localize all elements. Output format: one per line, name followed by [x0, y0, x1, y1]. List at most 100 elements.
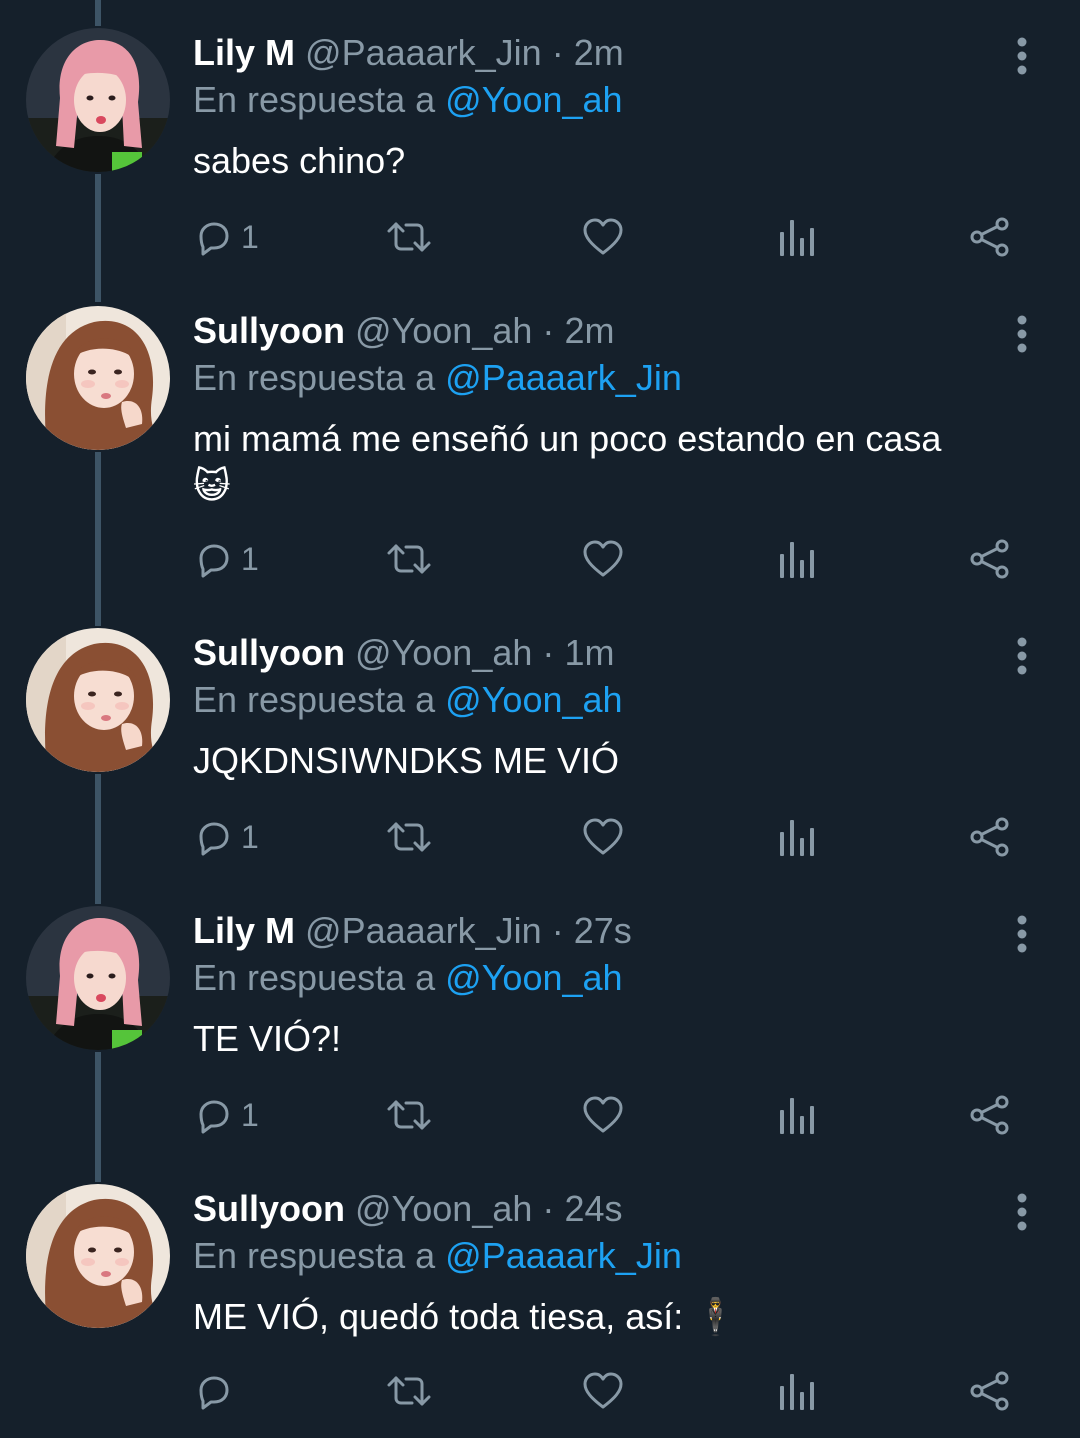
tweet-actions: 1: [0, 212, 1080, 262]
reply-target-link[interactable]: @Yoon_ah: [445, 79, 622, 120]
more-vertical-icon[interactable]: [1008, 1192, 1036, 1232]
tweet-time[interactable]: 24s: [564, 1188, 622, 1229]
retweet-icon: [384, 216, 434, 258]
author-name[interactable]: Lily M: [193, 910, 295, 951]
time-separator: ·: [551, 32, 564, 73]
analytics-icon: [777, 1370, 817, 1412]
reply-prefix: En respuesta a: [193, 357, 436, 398]
time-separator: ·: [551, 910, 564, 951]
reply-target-link[interactable]: @Yoon_ah: [445, 957, 622, 998]
share-button[interactable]: [968, 534, 1012, 584]
like-button[interactable]: [581, 812, 625, 862]
like-button[interactable]: [581, 534, 625, 584]
more-vertical-icon[interactable]: [1008, 314, 1036, 354]
author-handle[interactable]: @Yoon_ah: [355, 1188, 532, 1229]
reply-button[interactable]: 1: [193, 212, 259, 262]
retweet-icon: [384, 1094, 434, 1136]
analytics-button[interactable]: [777, 1090, 817, 1140]
like-button[interactable]: [581, 212, 625, 262]
more-vertical-icon[interactable]: [1008, 636, 1036, 676]
author-name[interactable]: Sullyoon: [193, 310, 345, 351]
pink-hair-avatar[interactable]: [26, 28, 170, 172]
reply-count: 1: [241, 1096, 259, 1133]
tweet-text: sabes chino?: [193, 140, 406, 181]
like-button[interactable]: [581, 1366, 625, 1416]
like-button[interactable]: [581, 1090, 625, 1140]
analytics-button[interactable]: [777, 212, 817, 262]
tweet-4[interactable]: Lily M @Paaaark_Jin · 27s En respuesta a…: [0, 878, 1080, 1156]
author-handle[interactable]: @Yoon_ah: [355, 310, 532, 351]
share-button[interactable]: [968, 1090, 1012, 1140]
reply-button[interactable]: 1: [193, 1090, 259, 1140]
tweet-header: Sullyoon @Yoon_ah · 1m: [193, 630, 614, 676]
share-icon: [968, 1369, 1012, 1413]
reply-target-link[interactable]: @Paaaark_Jin: [445, 1235, 682, 1276]
author-handle[interactable]: @Paaaark_Jin: [305, 32, 542, 73]
reply-icon: [193, 816, 235, 858]
reply-context: En respuesta a @Yoon_ah: [193, 677, 623, 723]
reply-prefix: En respuesta a: [193, 79, 436, 120]
tweet-header: Sullyoon @Yoon_ah · 24s: [193, 1186, 622, 1232]
analytics-button[interactable]: [777, 812, 817, 862]
retweet-button[interactable]: [384, 812, 434, 862]
tweet-text: TE VIÓ?!: [193, 1018, 342, 1059]
share-button[interactable]: [968, 212, 1012, 262]
analytics-button[interactable]: [777, 534, 817, 584]
reply-context: En respuesta a @Paaaark_Jin: [193, 1233, 682, 1279]
tweet-3[interactable]: Sullyoon @Yoon_ah · 1m En respuesta a @Y…: [0, 600, 1080, 878]
tweet-time[interactable]: 2m: [574, 32, 624, 73]
retweet-icon: [384, 538, 434, 580]
tweet-1[interactable]: Lily M @Paaaark_Jin · 2m En respuesta a …: [0, 0, 1080, 278]
share-icon: [968, 215, 1012, 259]
share-button[interactable]: [968, 812, 1012, 862]
author-handle[interactable]: @Yoon_ah: [355, 632, 532, 673]
analytics-icon: [777, 216, 817, 258]
reply-context: En respuesta a @Yoon_ah: [193, 77, 623, 123]
retweet-button[interactable]: [384, 1090, 434, 1140]
retweet-icon: [384, 816, 434, 858]
like-icon: [581, 1094, 625, 1136]
reply-button[interactable]: 1: [193, 812, 259, 862]
retweet-button[interactable]: [384, 212, 434, 262]
author-name[interactable]: Lily M: [193, 32, 295, 73]
retweet-button[interactable]: [384, 534, 434, 584]
analytics-button[interactable]: [777, 1366, 817, 1416]
share-button[interactable]: [968, 1366, 1012, 1416]
reply-count: 1: [241, 540, 259, 577]
reply-target-link[interactable]: @Yoon_ah: [445, 679, 622, 720]
reply-icon: [193, 1370, 235, 1412]
like-icon: [581, 538, 625, 580]
tweet-time[interactable]: 1m: [564, 632, 614, 673]
tweet-actions: 1: [0, 534, 1080, 584]
analytics-icon: [777, 816, 817, 858]
tweet-time[interactable]: 2m: [564, 310, 614, 351]
like-icon: [581, 816, 625, 858]
brown-hair-avatar[interactable]: [26, 306, 170, 450]
reply-count: 1: [241, 218, 259, 255]
reply-target-link[interactable]: @Paaaark_Jin: [445, 357, 682, 398]
reply-prefix: En respuesta a: [193, 1235, 436, 1276]
reply-icon: [193, 1094, 235, 1136]
time-separator: ·: [542, 310, 555, 351]
author-name[interactable]: Sullyoon: [193, 1188, 345, 1229]
brown-hair-avatar[interactable]: [26, 1184, 170, 1328]
author-name[interactable]: Sullyoon: [193, 632, 345, 673]
tweet-5[interactable]: Sullyoon @Yoon_ah · 24s En respuesta a @…: [0, 1156, 1080, 1434]
reply-button[interactable]: [193, 1366, 241, 1416]
more-vertical-icon[interactable]: [1008, 914, 1036, 954]
tweet-2[interactable]: Sullyoon @Yoon_ah · 2m En respuesta a @P…: [0, 278, 1080, 579]
tweet-header: Lily M @Paaaark_Jin · 27s: [193, 908, 632, 954]
tweet-header: Sullyoon @Yoon_ah · 2m: [193, 308, 614, 354]
reply-prefix: En respuesta a: [193, 679, 436, 720]
pink-hair-avatar[interactable]: [26, 906, 170, 1050]
retweet-button[interactable]: [384, 1366, 434, 1416]
author-handle[interactable]: @Paaaark_Jin: [305, 910, 542, 951]
reply-button[interactable]: 1: [193, 534, 259, 584]
analytics-icon: [777, 538, 817, 580]
reply-prefix: En respuesta a: [193, 957, 436, 998]
tweet-time[interactable]: 27s: [574, 910, 632, 951]
more-vertical-icon[interactable]: [1008, 36, 1036, 76]
time-separator: ·: [542, 1188, 555, 1229]
brown-hair-avatar[interactable]: [26, 628, 170, 772]
like-icon: [581, 1370, 625, 1412]
